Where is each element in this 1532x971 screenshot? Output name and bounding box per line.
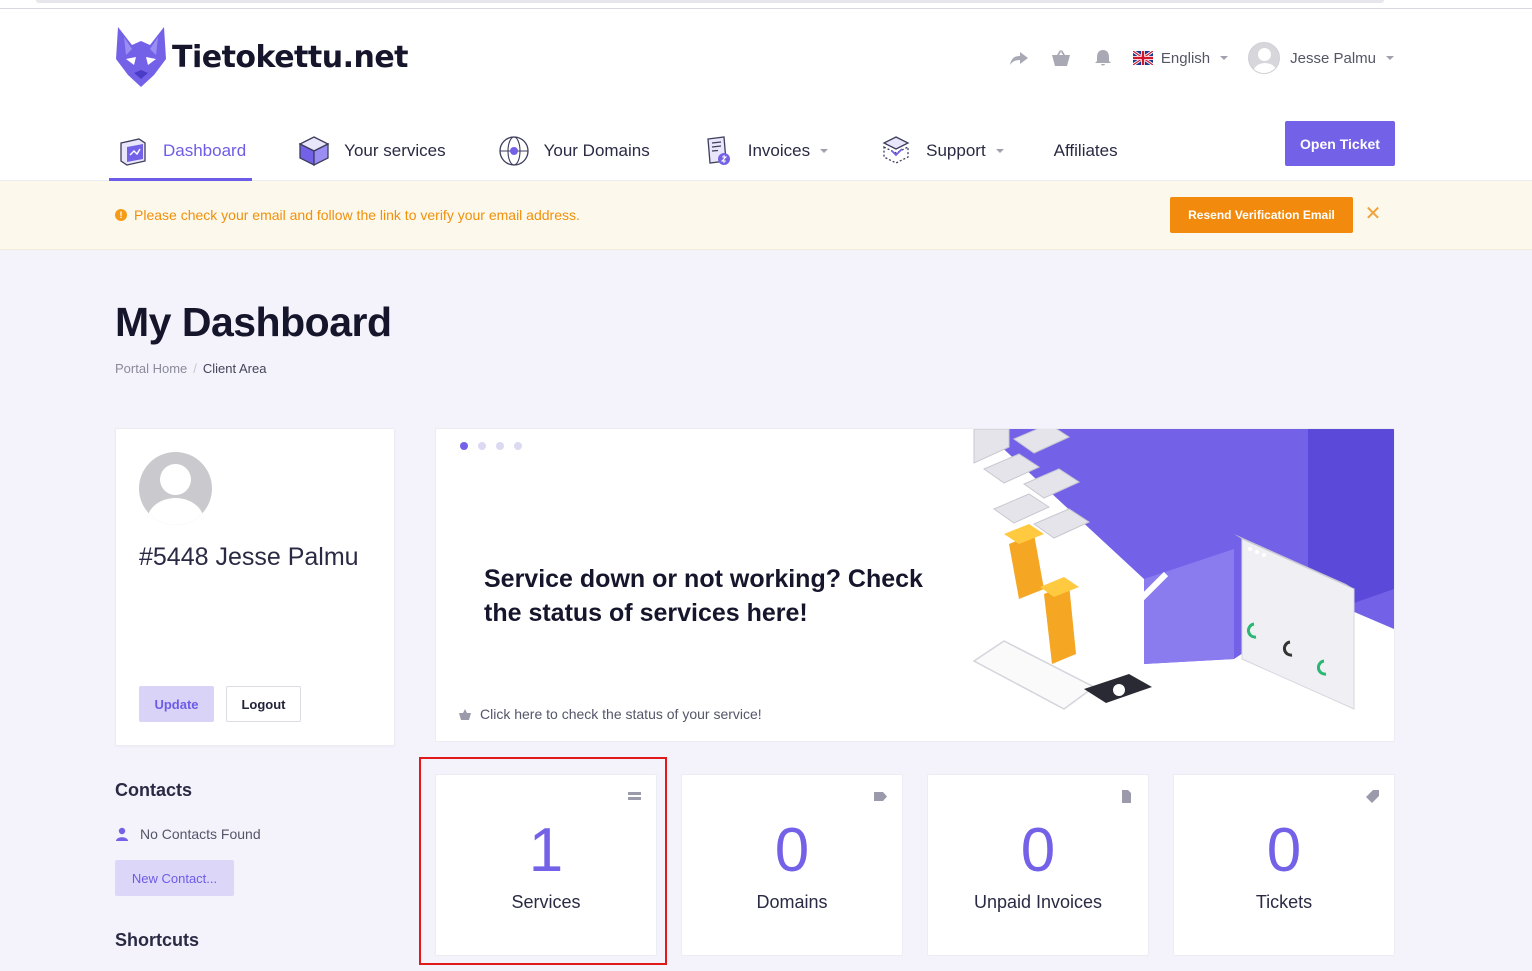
- breadcrumb: Portal Home / Client Area: [115, 361, 266, 376]
- contacts-empty-text: No Contacts Found: [140, 826, 261, 842]
- stat-card-domains[interactable]: 0 Domains: [681, 774, 903, 956]
- user-menu[interactable]: Jesse Palmu: [1248, 42, 1394, 74]
- box-icon: [298, 136, 330, 167]
- stat-value: 1: [528, 816, 564, 885]
- chevron-down-icon: [1386, 56, 1394, 60]
- promo-headline: Service down or not working? Check the s…: [484, 565, 923, 627]
- stat-value: 0: [774, 816, 810, 885]
- breadcrumb-portal-home[interactable]: Portal Home: [115, 361, 187, 376]
- stat-label: Services: [511, 892, 581, 912]
- alert-message: Please check your email and follow the l…: [134, 207, 580, 223]
- stat-card-services[interactable]: 1 Services: [435, 774, 657, 956]
- nav-label: Invoices: [747, 141, 811, 160]
- service-status-link[interactable]: Click here to check the status of your s…: [459, 706, 762, 722]
- nav-label: Support: [926, 141, 986, 160]
- nav-support[interactable]: Support: [872, 121, 1010, 181]
- page-title: My Dashboard: [115, 299, 392, 345]
- update-button[interactable]: Update: [139, 686, 214, 722]
- nav-label: Dashboard: [163, 141, 247, 160]
- stat-label: Tickets: [1255, 892, 1313, 912]
- bell-icon[interactable]: [1091, 46, 1115, 70]
- brand-name: Tietokettu.net: [172, 39, 409, 75]
- resend-verification-button[interactable]: Resend Verification Email: [1170, 197, 1353, 233]
- fox-logo-icon: [116, 27, 166, 87]
- chevron-down-icon: [1220, 56, 1229, 60]
- globe-icon: [498, 136, 529, 166]
- basket-icon[interactable]: [1049, 46, 1073, 70]
- nav-affiliates[interactable]: Affiliates: [1048, 121, 1124, 181]
- nav-label: Affiliates: [1053, 141, 1118, 160]
- uk-flag-icon: [1132, 51, 1153, 65]
- site-header: Tietokettu.net English Jesse Palmu Dashb…: [0, 9, 1532, 181]
- support-icon: [882, 136, 910, 164]
- invoice-icon: [707, 136, 730, 165]
- stat-card-unpaid-invoices[interactable]: 0 Unpaid Invoices: [927, 774, 1149, 956]
- nav-invoices[interactable]: Invoices: [694, 121, 834, 181]
- shortcuts-heading: Shortcuts: [115, 930, 200, 950]
- nav-dashboard[interactable]: Dashboard: [109, 121, 253, 181]
- avatar: [139, 452, 212, 525]
- carousel-dot[interactable]: [514, 442, 522, 450]
- share-icon[interactable]: [1007, 46, 1031, 70]
- ticket-icon: [1366, 790, 1379, 803]
- stat-label: Domains: [756, 892, 828, 912]
- warning-icon: !: [115, 209, 127, 221]
- logout-button[interactable]: Logout: [226, 686, 301, 722]
- server-icon: [628, 790, 641, 803]
- dashboard-icon: [120, 138, 146, 166]
- breadcrumb-separator: /: [193, 361, 197, 376]
- language-label: English: [1160, 49, 1211, 67]
- nav-label: Your Domains: [543, 141, 650, 160]
- top-tools: English Jesse Palmu: [1007, 39, 1394, 77]
- close-icon[interactable]: ✕: [1364, 204, 1382, 224]
- document-icon: [1120, 790, 1133, 803]
- chevron-down-icon: [820, 149, 829, 153]
- carousel-dots: [460, 442, 522, 450]
- status-illustration: [972, 429, 1394, 710]
- chevron-down-icon: [995, 149, 1004, 153]
- main-nav: Dashboard Your services Your Domains Inv…: [109, 121, 1162, 181]
- brand-logo[interactable]: Tietokettu.net: [114, 25, 409, 89]
- basket-icon: [459, 709, 471, 720]
- new-contact-button[interactable]: New Contact...: [115, 860, 234, 896]
- promo-link-text: Click here to check the status of your s…: [480, 706, 762, 722]
- promo-carousel: Service down or not working? Check the s…: [435, 428, 1395, 742]
- avatar: [1248, 42, 1281, 74]
- profile-name: #5448 Jesse Palmu: [139, 543, 359, 571]
- carousel-dot[interactable]: [496, 442, 504, 450]
- stat-card-tickets[interactable]: 0 Tickets: [1173, 774, 1395, 956]
- stat-label: Unpaid Invoices: [973, 892, 1103, 912]
- nav-your-services[interactable]: Your services: [290, 121, 451, 181]
- profile-card: #5448 Jesse Palmu Update Logout: [115, 428, 395, 746]
- carousel-dot[interactable]: [478, 442, 486, 450]
- carousel-dot[interactable]: [460, 442, 468, 450]
- open-ticket-button[interactable]: Open Ticket: [1285, 121, 1395, 166]
- nav-your-domains[interactable]: Your Domains: [490, 121, 656, 181]
- language-selector[interactable]: English: [1132, 49, 1229, 67]
- scroll-indicator: [36, 0, 1384, 3]
- tag-icon: [874, 790, 887, 803]
- user-name: Jesse Palmu: [1290, 49, 1376, 67]
- user-icon: [116, 827, 128, 841]
- nav-label: Your services: [344, 141, 446, 160]
- stat-value: 0: [1266, 816, 1302, 885]
- browser-top-strip: [0, 0, 1532, 9]
- contacts-heading: Contacts: [115, 780, 193, 800]
- stat-value: 0: [1020, 816, 1056, 885]
- breadcrumb-current: Client Area: [202, 361, 267, 376]
- contacts-empty-state: No Contacts Found: [115, 826, 261, 842]
